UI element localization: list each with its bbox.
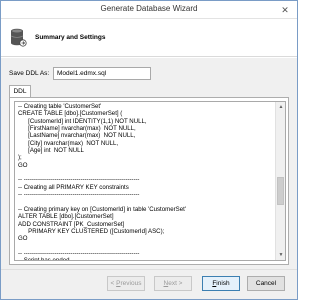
wizard-header: Summary and Settings [1,19,297,57]
ddl-line: -- -------------------------------------… [18,249,140,257]
previous-button[interactable]: < Previous [107,276,145,291]
scroll-thumb[interactable] [277,177,284,205]
ddl-line: CREATE TABLE [dbo].[CustomerSet] ( [18,110,123,118]
ddl-line: PRIMARY KEY CLUSTERED ([CustomerId] ASC)… [18,227,165,235]
vertical-scrollbar[interactable]: ▲ ▼ [275,102,285,260]
ddl-line: ALTER TABLE [dbo].[CustomerSet] [18,213,114,221]
ddl-line: -- Creating primary key on [CustomerId] … [18,205,186,213]
next-button[interactable]: Next > [154,276,192,291]
wizard-window: Generate Database Wizard ✕ Summary and S… [0,0,298,300]
ddl-line: -- Script has ended [18,257,70,261]
ddl-line: [LastName] nvarchar(max) NOT NULL, [18,132,136,140]
ddl-line: GO [18,235,28,243]
wizard-footer: < Previous Next > Finish Cancel [1,269,297,299]
close-icon[interactable]: ✕ [279,4,291,16]
window-title: Generate Database Wizard [100,4,198,13]
ddl-tab-panel: -- Creating table 'CustomerSet' CREATE TA… [9,97,289,265]
cancel-button[interactable]: Cancel [247,276,285,291]
page-title: Summary and Settings [35,34,106,41]
scroll-up-icon[interactable]: ▲ [276,102,285,112]
ddl-line: [CustomerId] int IDENTITY(1,1) NOT NULL, [18,117,147,125]
ddl-line: -- -------------------------------------… [18,176,140,184]
title-bar: Generate Database Wizard ✕ [1,1,297,19]
ddl-line: ADD CONSTRAINT [PK_CustomerSet] [18,220,125,228]
ddl-line: [FirstName] nvarchar(max) NOT NULL, [18,125,136,133]
ddl-line: ); [18,154,22,162]
ddl-line: -- -------------------------------------… [18,191,140,199]
ddl-line [18,169,276,176]
ddl-line [18,243,276,250]
previous-rest: revious [120,280,142,287]
save-ddl-label: Save DDL As: [9,70,50,77]
ddl-line: [Age] int NOT NULL [18,147,84,155]
ddl-line: [City] nvarchar(max) NOT NULL, [18,139,119,147]
finish-rest: inish [216,280,230,287]
ddl-text-area[interactable]: -- Creating table 'CustomerSet' CREATE TA… [14,101,286,261]
ddl-line: -- Creating all PRIMARY KEY constraints [18,183,129,191]
finish-button[interactable]: Finish [202,276,240,291]
ddl-line: GO [18,161,28,169]
save-ddl-input[interactable]: Model1.edmx.sql [53,67,151,80]
ddl-line: -- Creating table 'CustomerSet' [18,103,102,110]
ddl-script: -- Creating table 'CustomerSet' CREATE TA… [18,103,276,261]
database-icon [10,28,27,47]
ddl-line [18,198,276,205]
scroll-down-icon[interactable]: ▼ [276,250,285,260]
wizard-body: Save DDL As: Model1.edmx.sql DDL -- Crea… [1,58,297,269]
next-rest: ext > [168,280,183,287]
